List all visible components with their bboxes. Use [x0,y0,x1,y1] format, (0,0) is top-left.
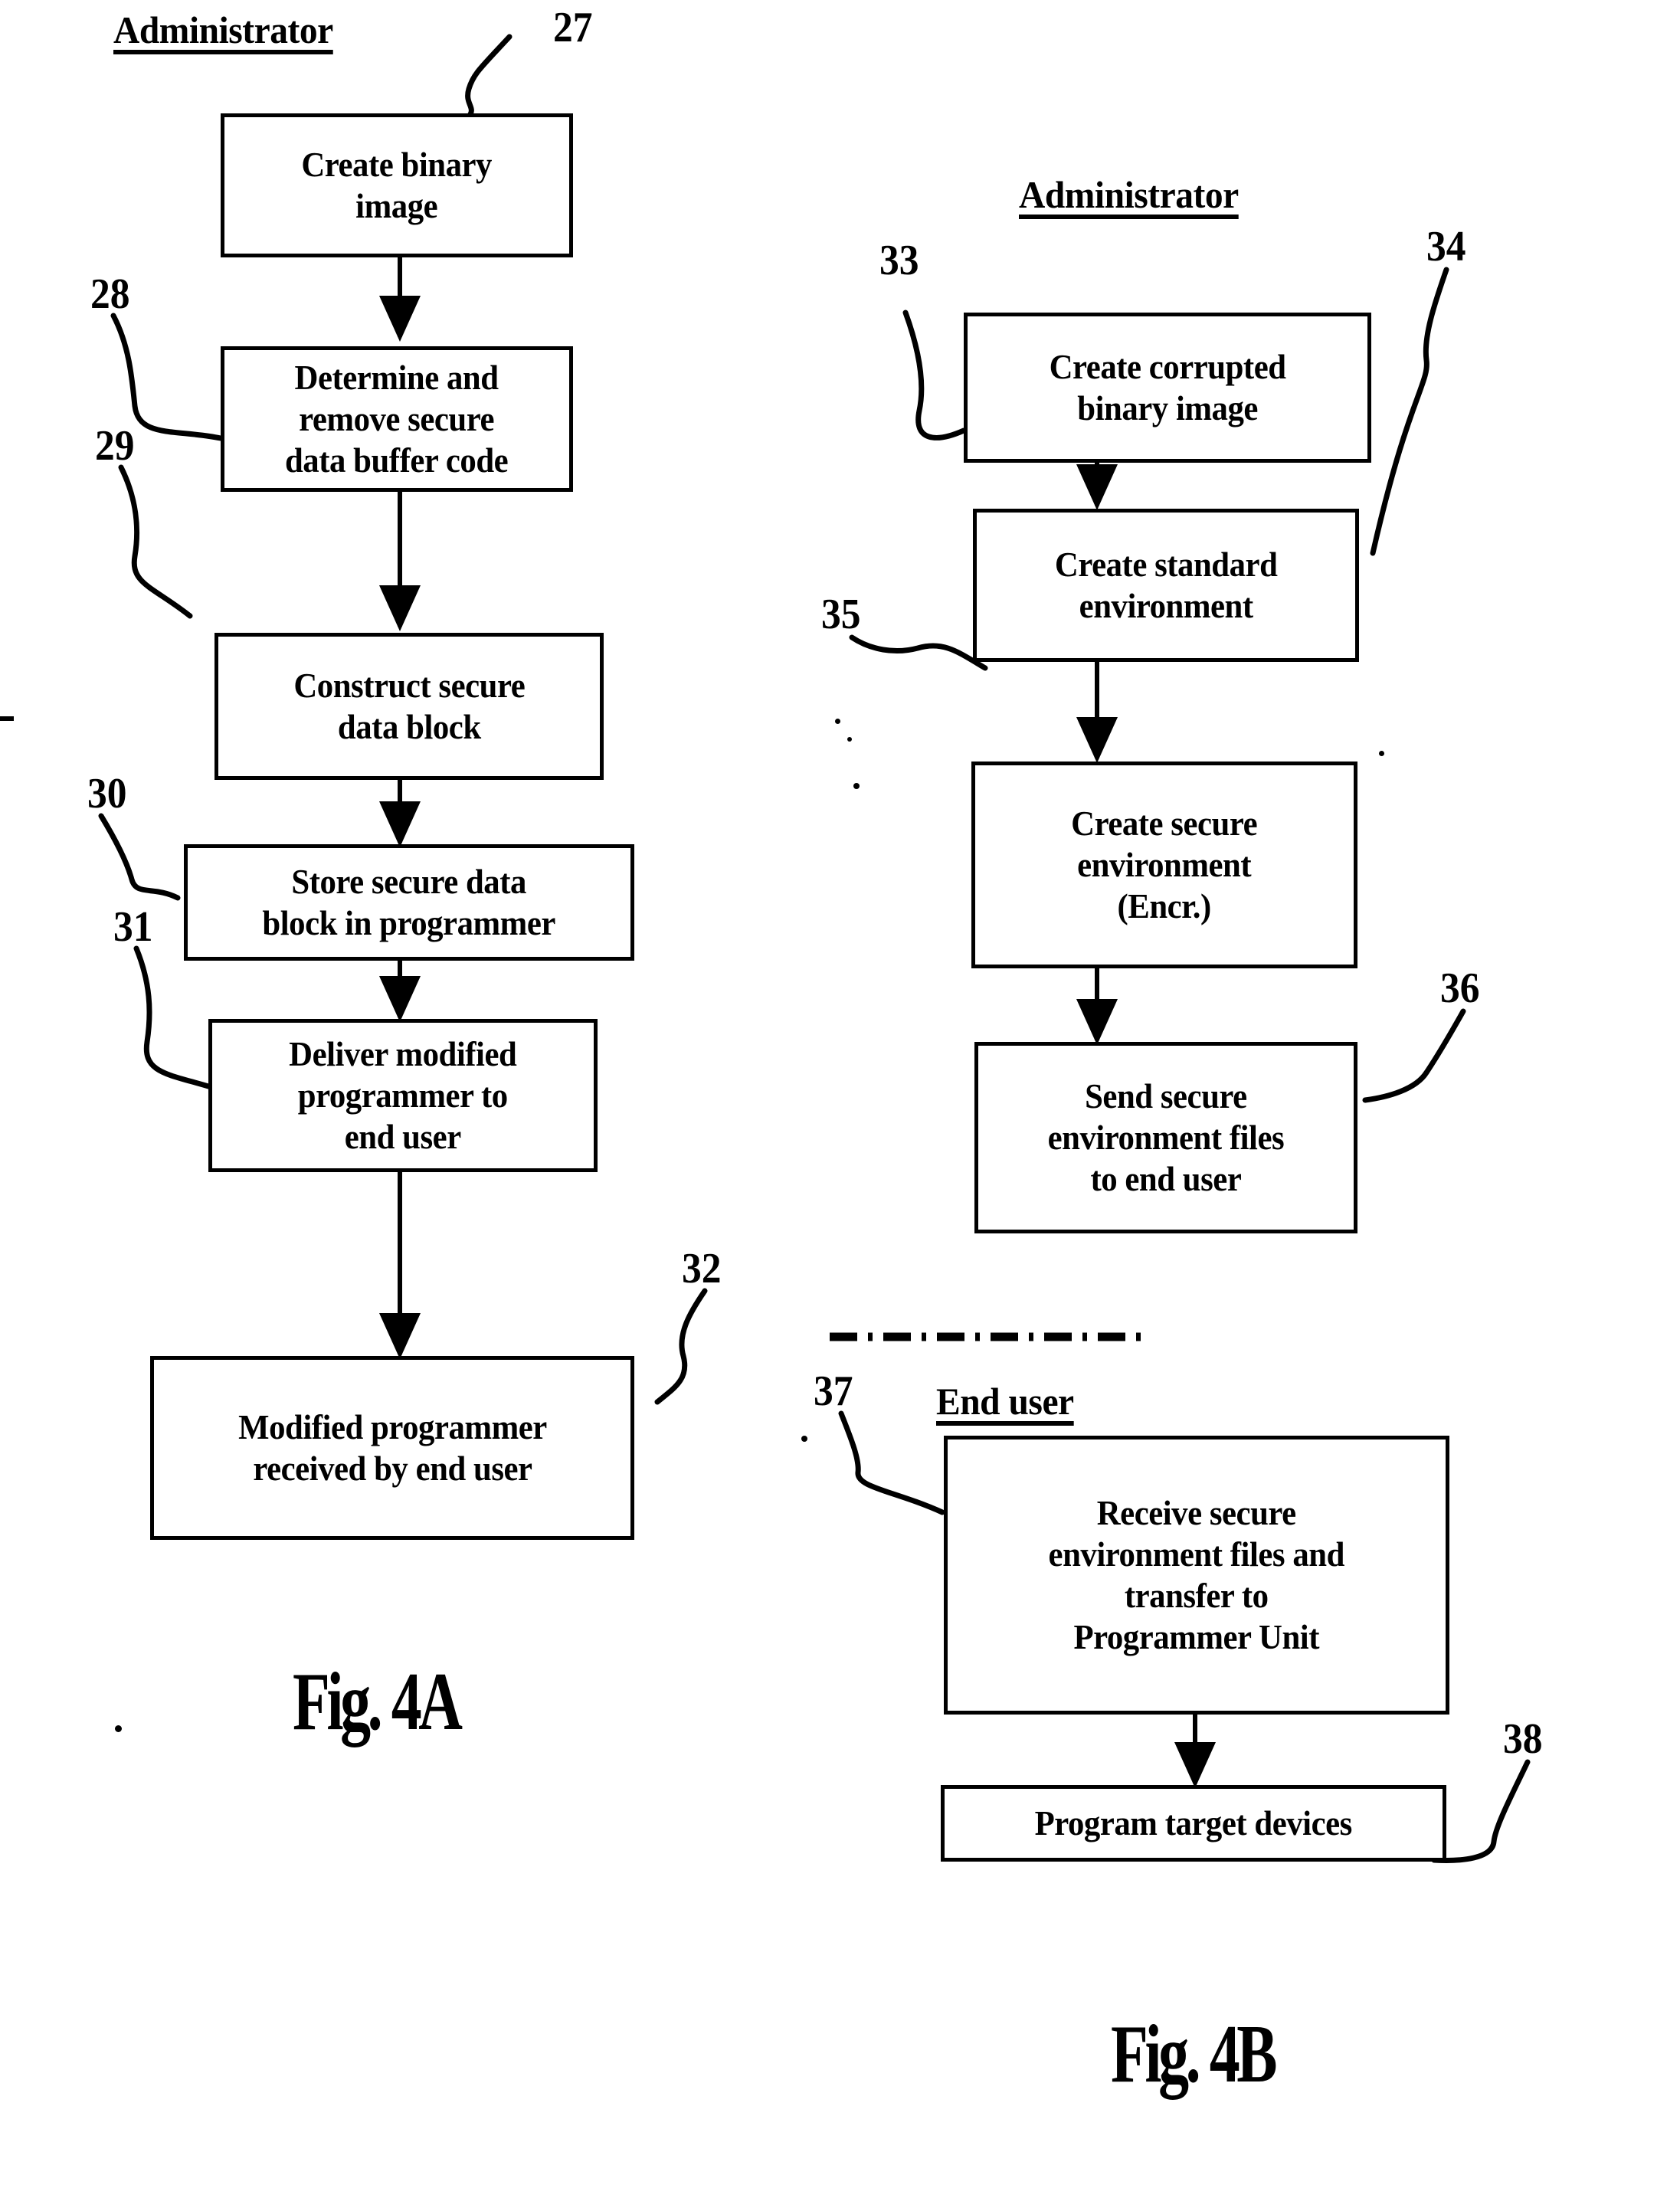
scan-artifact-speck-5 [801,1436,807,1442]
leader-line-37 [838,1410,945,1515]
figure-caption-4b: Fig. 4B [1111,2009,1278,2100]
process-box-38-text: Program target devices [1034,1803,1353,1843]
leader-line-31 [133,945,211,1089]
leader-line-30 [98,813,181,901]
reference-numeral-34: 34 [1426,223,1466,270]
leader-line-27 [465,34,513,120]
reference-numeral-33: 33 [879,237,919,284]
leader-line-34 [1370,267,1449,556]
reference-numeral-28: 28 [90,270,130,318]
leader-line-32 [654,1288,708,1405]
process-box-35-text: Create secure environment (Encr.) [1071,804,1258,925]
reference-numeral-38: 38 [1503,1715,1543,1763]
reference-numeral-35: 35 [821,591,861,638]
leader-line-28 [110,313,224,441]
process-box-30[interactable]: Store secure data block in programmer [184,844,634,961]
reference-numeral-30: 30 [87,770,127,817]
process-box-31[interactable]: Deliver modified programmer to end user [208,1019,598,1172]
process-box-30-text: Store secure data block in programmer [262,862,556,942]
process-box-29[interactable]: Construct secure data block [215,633,604,780]
process-box-36-text: Send secure environment files to end use… [1047,1076,1285,1198]
process-box-29-text: Construct secure data block [293,666,525,746]
figure-caption-4a: Fig. 4A [293,1656,463,1747]
process-box-28-text: Determine and remove secure data buffer … [285,358,509,480]
process-box-33[interactable]: Create corrupted binary image [964,313,1371,463]
process-box-34[interactable]: Create standard environment [973,509,1359,662]
process-box-27[interactable]: Create binary image [221,113,573,257]
process-box-27-text: Create binary image [301,145,493,225]
leader-line-29 [118,464,193,619]
lane-heading-administrator-right: Administrator [1019,173,1239,216]
leader-line-38 [1431,1759,1531,1863]
lane-heading-administrator-left: Administrator [113,8,333,51]
reference-numeral-29: 29 [95,422,135,470]
scan-artifact-speck-3 [1379,751,1384,756]
leader-line-36 [1362,1008,1466,1103]
leader-line-35 [849,634,988,671]
process-box-28[interactable]: Determine and remove secure data buffer … [221,346,573,492]
reference-numeral-32: 32 [682,1245,722,1292]
process-box-31-text: Deliver modified programmer to end user [289,1034,517,1156]
process-box-32[interactable]: Modified programmer received by end user [150,1356,634,1540]
reference-numeral-27: 27 [553,4,593,51]
reference-numeral-37: 37 [814,1367,853,1415]
patent-figure-page: Administrator Administrator End user Cre… [0,0,1680,2201]
process-box-34-text: Create standard environment [1054,545,1278,625]
scan-artifact-speck-2 [835,719,840,724]
reference-numeral-31: 31 [113,903,153,951]
scan-artifact-dash [0,716,14,721]
lane-heading-end-user: End user [936,1380,1074,1423]
process-box-35[interactable]: Create secure environment (Encr.) [971,762,1357,968]
process-box-38[interactable]: Program target devices [941,1785,1446,1862]
process-box-36[interactable]: Send secure environment files to end use… [974,1042,1357,1233]
process-box-37-text: Receive secure environment files and tra… [1048,1493,1345,1656]
process-box-32-text: Modified programmer received by end user [237,1407,547,1488]
scan-artifact-speck-1 [853,783,860,789]
process-box-37[interactable]: Receive secure environment files and tra… [944,1436,1449,1715]
scan-artifact-speck-6 [847,737,852,742]
reference-numeral-36: 36 [1440,965,1480,1012]
scan-artifact-speck-4 [115,1725,122,1732]
process-box-33-text: Create corrupted binary image [1049,347,1286,427]
leader-line-33 [902,310,967,441]
